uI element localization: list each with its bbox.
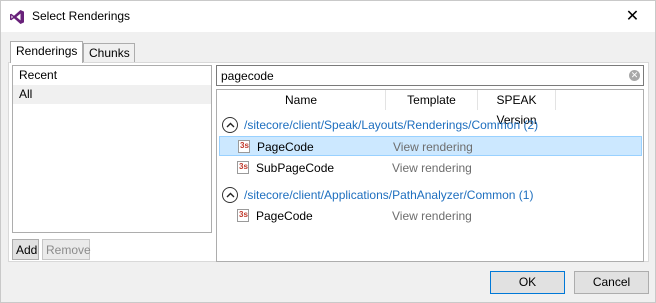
group-path-link[interactable]: /sitecore/client/Applications/PathAnalyz…: [244, 188, 533, 202]
collapse-group-button[interactable]: [222, 187, 238, 203]
rendering-file-icon: 3s: [237, 209, 249, 222]
remove-button[interactable]: Remove: [42, 239, 91, 260]
column-header-name[interactable]: Name: [217, 90, 386, 110]
window-title: Select Renderings: [32, 9, 131, 23]
category-label: Recent: [19, 68, 58, 82]
cancel-button[interactable]: Cancel: [574, 271, 649, 294]
chevron-up-icon: [226, 192, 235, 198]
category-label: All: [19, 87, 33, 101]
search-input[interactable]: pagecode ✕: [216, 65, 644, 86]
rendering-file-icon: 3s: [237, 161, 249, 174]
result-name: PageCode: [256, 209, 313, 223]
group-header[interactable]: /sitecore/client/Applications/PathAnalyz…: [217, 185, 643, 205]
result-template: View rendering: [393, 140, 473, 154]
group-header[interactable]: /sitecore/client/Speak/Layouts/Rendering…: [217, 115, 643, 135]
title-bar: Select Renderings ✕: [1, 1, 655, 32]
close-button[interactable]: ✕: [610, 1, 655, 31]
results-list[interactable]: Name Template SPEAK Version /sitecore/cl…: [216, 89, 644, 262]
group-path-link[interactable]: /sitecore/client/Speak/Layouts/Rendering…: [244, 118, 538, 132]
visual-studio-icon: [10, 10, 24, 24]
tab-label: Chunks: [89, 46, 130, 60]
clear-search-icon[interactable]: ✕: [629, 70, 640, 81]
select-renderings-dialog: Select Renderings ✕ Renderings Chunks Re…: [0, 0, 656, 303]
chevron-up-icon: [226, 122, 235, 128]
close-icon: ✕: [625, 8, 640, 25]
result-row[interactable]: 3s PageCode View rendering: [219, 136, 642, 156]
result-name: PageCode: [257, 140, 314, 154]
category-item-recent[interactable]: Recent: [13, 66, 211, 85]
search-value: pagecode: [221, 69, 274, 83]
result-row[interactable]: 3s SubPageCode View rendering: [219, 158, 642, 178]
add-button[interactable]: Add: [12, 239, 39, 260]
tab-label: Renderings: [16, 44, 78, 58]
rendering-file-icon: 3s: [238, 140, 250, 153]
tab-chunks[interactable]: Chunks: [83, 43, 135, 62]
ok-button[interactable]: OK: [490, 271, 565, 294]
category-list[interactable]: Recent All: [12, 65, 212, 233]
result-template: View rendering: [392, 209, 472, 223]
result-name: SubPageCode: [256, 161, 335, 175]
collapse-group-button[interactable]: [222, 117, 238, 133]
result-template: View rendering: [392, 161, 472, 175]
tab-renderings[interactable]: Renderings: [10, 41, 83, 63]
category-item-all[interactable]: All: [13, 85, 211, 104]
column-header-template[interactable]: Template: [386, 90, 478, 110]
result-row[interactable]: 3s PageCode View rendering: [219, 206, 642, 226]
column-header-speak-version[interactable]: SPEAK Version: [478, 90, 556, 127]
